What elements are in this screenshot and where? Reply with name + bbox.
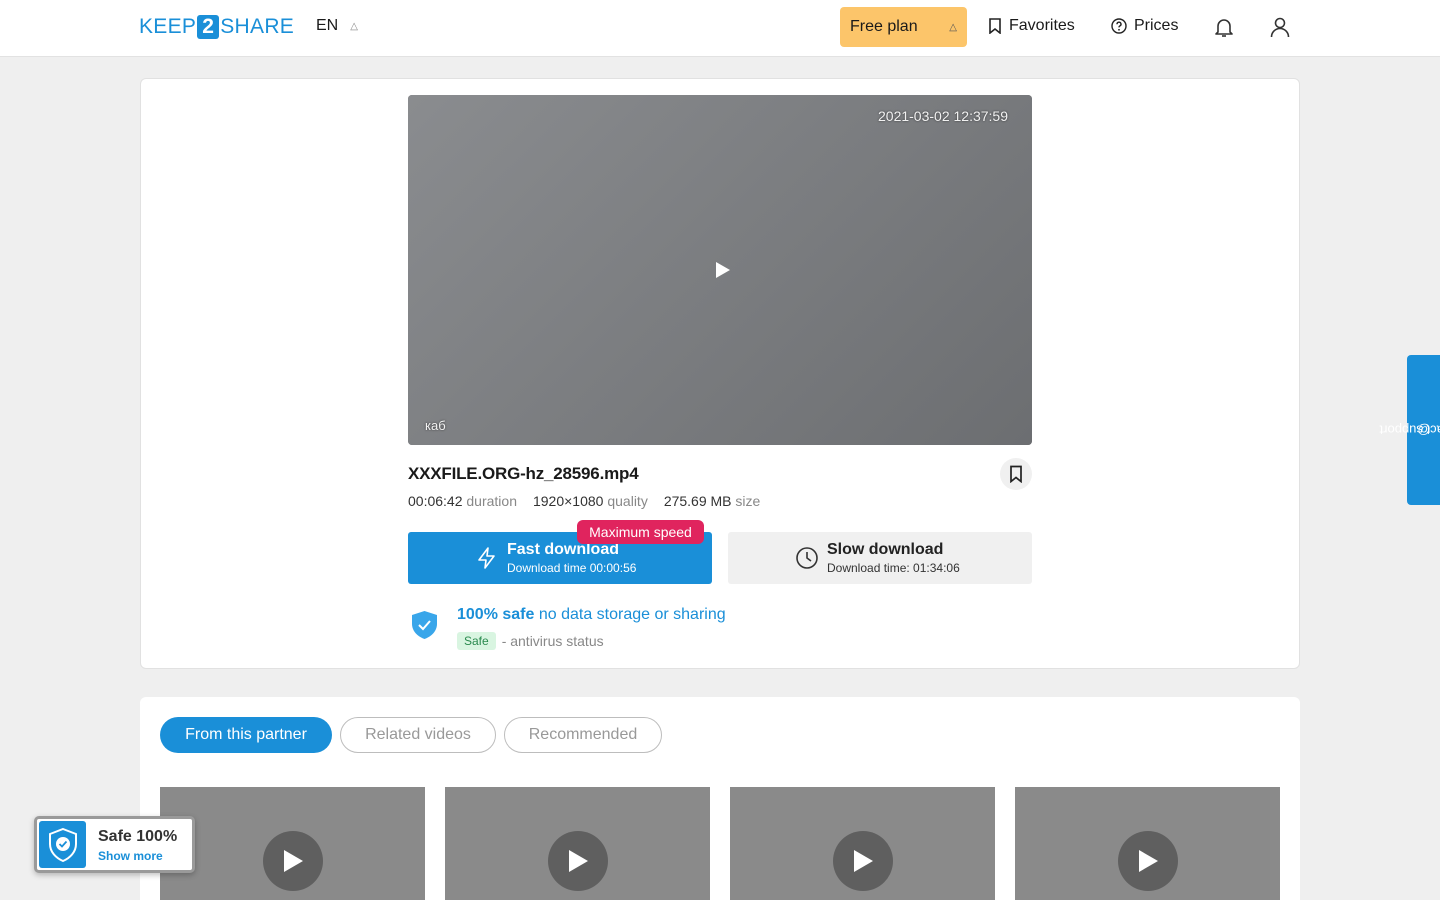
safe-headline: 100% safe no data storage or sharing [457,606,726,624]
lightning-icon [478,547,495,569]
slow-download-button[interactable]: Slow download Download time: 01:34:06 [728,532,1032,584]
logo-text-mid: 2 [197,15,220,39]
antivirus-status: Safe - antivirus status [457,632,604,650]
size-label: size [735,493,761,509]
top-navbar: KEEP 2 SHARE EN △ Free plan △ Favorites … [0,0,1440,57]
play-circle-icon [547,831,608,891]
safe-popup-link[interactable]: Show more [98,849,163,863]
language-label: EN [316,17,339,34]
favorites-link[interactable]: Favorites [988,17,1075,35]
logo-text-left: KEEP [139,15,197,38]
antivirus-badge: Safe [457,632,496,650]
antivirus-text: - antivirus status [501,633,604,649]
file-meta: 00:06:42 duration 1920×1080 quality 275.… [408,493,760,509]
play-circle-icon [262,831,323,891]
safe-popup-title: Safe 100% [98,828,178,845]
fast-download-time: Download time 00:00:56 [507,561,637,575]
size-meta: 275.69 MB size [664,493,761,509]
bookmark-button[interactable] [1000,458,1032,490]
bell-icon[interactable] [1212,15,1236,39]
play-icon[interactable] [712,260,732,280]
play-circle-icon [1117,831,1178,891]
slow-download-time: Download time: 01:34:06 [827,561,960,575]
size-value: 275.69 MB [663,493,732,509]
language-selector[interactable]: EN △ [316,17,358,35]
plan-dropdown-button[interactable]: Free plan △ [840,7,967,47]
quality-meta: 1920×1080 quality [533,493,648,509]
user-icon[interactable] [1268,15,1292,39]
shield-check-icon [412,611,437,639]
tab-from-partner[interactable]: From this partner [160,717,332,753]
clock-icon [796,547,818,569]
file-name: XXXFILE.ORG-hz_28596.mp4 [408,464,639,483]
safe-popup[interactable]: Safe 100% Show more [34,816,195,873]
tab-related-videos[interactable]: Related videos [340,717,496,753]
support-label: contact support [1379,422,1440,438]
video-timestamp: 2021-03-02 12:37:59 [878,108,1008,124]
duration-value: 00:06:42 [408,493,463,509]
safe-headline-rest: no data storage or sharing [538,606,726,623]
logo-text-right: SHARE [220,15,295,38]
bookmark-icon [1010,465,1022,483]
plan-label: Free plan [850,18,918,35]
video-thumbnail[interactable] [730,787,995,900]
favorites-label: Favorites [1009,17,1075,34]
max-speed-badge: Maximum speed [577,520,704,544]
play-circle-icon [832,831,893,891]
keep2share-logo[interactable]: KEEP 2 SHARE [139,14,294,40]
video-thumbnail[interactable] [445,787,710,900]
video-thumbnail[interactable] [1015,787,1280,900]
shield-check-icon [39,821,86,868]
duration-label: duration [466,493,517,509]
chevron-up-icon: △ [350,20,358,32]
video-overlay-text: каб [425,418,446,433]
prices-link[interactable]: Prices [1111,17,1178,35]
quality-value: 1920×1080 [532,493,604,509]
duration-meta: 00:06:42 duration [408,493,517,509]
video-thumbnail[interactable] [160,787,425,900]
slow-download-label: Slow download [827,541,944,558]
contact-support-tab[interactable]: @ contact support [1379,355,1440,505]
help-circle-icon [1111,18,1127,34]
safe-headline-bold: 100% safe [457,606,535,623]
bookmark-icon [989,18,1001,34]
quality-label: quality [607,493,648,509]
chevron-up-icon: △ [949,21,957,33]
tab-recommended[interactable]: Recommended [504,717,662,753]
prices-label: Prices [1134,17,1179,34]
